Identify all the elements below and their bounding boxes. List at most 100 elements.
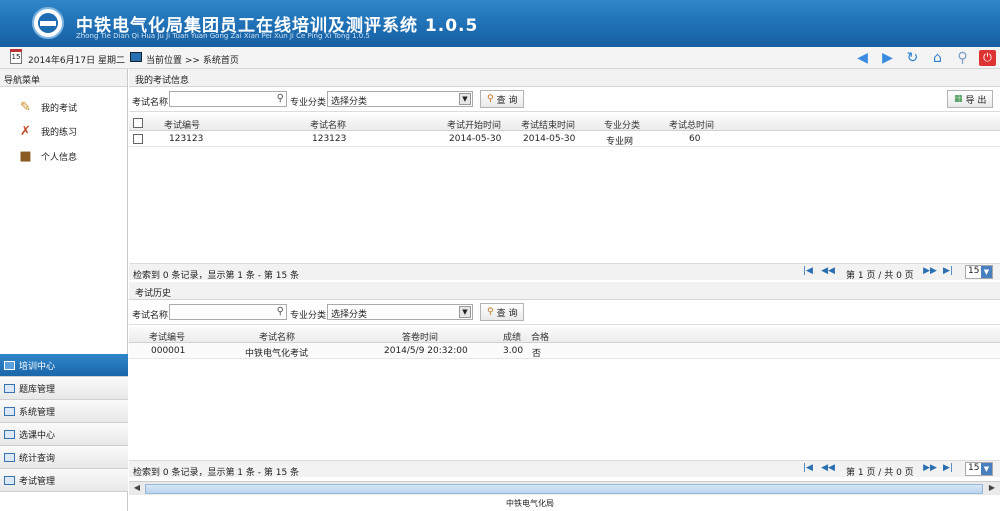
cell-category: 专业网 [606,137,634,147]
column-header[interactable]: 考试名称 [259,330,295,343]
column-header[interactable]: 考试总时间 [669,118,714,131]
category-selected: 选择分类 [331,97,368,107]
page-size-value: 15 [968,266,980,276]
table-header: 考试编号 考试名称 考试开始时间 考试结束时间 专业分类 考试总时间 [129,115,1000,131]
sidebar-item-my-practice[interactable]: ✗ 我的练习 [18,124,77,139]
sidebar-item-label: 我的练习 [41,128,78,138]
module-label: 题库管理 [19,384,56,395]
list-icon [4,475,15,485]
search-icon: ⚲ [487,307,494,317]
table-row[interactable]: 123123 123123 2014-05-30 2014-05-30 专业网 … [129,131,1000,147]
calendar-icon: 15 [10,49,22,64]
exam-info-title: 我的考试信息 [129,69,1000,87]
search-icon: ⚲ [276,93,284,104]
next-page-icon[interactable]: ▶▶ [923,463,937,476]
sidebar: 导航菜单 ✎ 我的考试 ✗ 我的练习 ■ 个人信息 培训中心 题库管理 系统管理… [0,69,128,511]
exam-info-table: 考试编号 考试名称 考试开始时间 考试结束时间 专业分类 考试总时间 12312… [129,115,1000,147]
column-header[interactable]: 考试名称 [310,118,346,131]
query-button[interactable]: ⚲ 查 询 [480,90,525,108]
cell-name: 123123 [312,134,347,144]
horizontal-scrollbar[interactable]: ◀ ▶ [129,481,1000,495]
list-icon [4,406,15,416]
list-icon [4,383,15,393]
exam-name-input[interactable]: ⚲ [169,91,287,107]
column-header[interactable]: 合格 [531,330,549,343]
module-system-management[interactable]: 系统管理 [0,400,128,423]
sidebar-title: 导航菜单 [0,69,127,87]
search-icon: ⚲ [276,306,284,317]
exam-history-title: 考试历史 [129,282,1000,300]
module-question-bank[interactable]: 题库管理 [0,377,128,400]
scroll-left-icon[interactable]: ◀ [131,483,143,495]
exam-history-search-bar: 考试名称 ⚲ 专业分类 选择分类 ▼ ⚲ 查 询 [129,301,1000,325]
scrollbar-thumb[interactable] [145,484,983,494]
export-button-label: 导 出 [965,95,987,106]
last-page-icon[interactable]: ▶| [941,463,955,476]
column-header[interactable]: 专业分类 [604,118,640,131]
column-header[interactable]: 考试开始时间 [447,118,501,131]
category-select[interactable]: 选择分类 ▼ [327,91,473,107]
first-page-icon[interactable]: |◀ [801,266,815,279]
exam-history-pager: 检索到 0 条记录，显示第 1 条 - 第 15 条 |◀ ◀◀ 第 1 页 /… [129,460,1000,478]
module-label: 考试管理 [19,476,56,487]
table-row[interactable]: 000001 中铁电气化考试 2014/5/9 20:32:00 3.00 否 [129,343,1000,359]
cell-end: 2014-05-30 [523,134,576,144]
cell-start: 2014-05-30 [449,134,502,144]
page-size-select[interactable]: 15 ▼ [965,462,993,476]
module-label: 培训中心 [19,361,56,372]
chevron-down-icon: ▼ [981,463,992,475]
export-button[interactable]: ▦ 导 出 [947,90,994,108]
chevron-down-icon: ▼ [459,93,471,105]
arrow-left-icon[interactable]: ◀ [854,50,871,66]
column-header[interactable]: 考试结束时间 [521,118,575,131]
column-header[interactable]: 成绩 [503,330,521,343]
exam-history-table: 考试编号 考试名称 答卷时间 成绩 合格 000001 中铁电气化考试 2014… [129,327,1000,359]
column-header[interactable]: 考试编号 [164,118,200,131]
last-page-icon[interactable]: ▶| [941,266,955,279]
chevron-down-icon: ▼ [459,306,471,318]
power-icon[interactable]: ⏻ [979,50,996,66]
prev-page-icon[interactable]: ◀◀ [821,463,835,476]
search-icon: ⚲ [487,94,494,104]
monitor-icon [130,52,142,62]
next-page-icon[interactable]: ▶▶ [923,266,937,279]
page-size-select[interactable]: 15 ▼ [965,265,993,279]
pager-info: 检索到 0 条记录，显示第 1 条 - 第 15 条 [133,271,300,281]
column-header[interactable]: 答卷时间 [402,330,438,343]
module-label: 选课中心 [19,430,56,441]
exam-name-input[interactable]: ⚲ [169,304,287,320]
app-subtitle: Zhong Tie Dian Qi Hua Ju Ji Tuan Yuan Go… [76,32,370,40]
footer: 中铁电气化局 [506,499,554,508]
search-icon[interactable]: ⚲ [954,50,971,66]
first-page-icon[interactable]: |◀ [801,463,815,476]
scroll-right-icon[interactable]: ▶ [986,483,998,495]
query-button[interactable]: ⚲ 查 询 [480,303,525,321]
page-indicator: 第 1 页 / 共 0 页 [846,271,914,281]
home-icon[interactable]: ⌂ [929,50,946,66]
module-exam-management[interactable]: 考试管理 [0,469,128,492]
category-label: 专业分类 [290,98,327,108]
sidebar-item-my-exams[interactable]: ✎ 我的考试 [18,100,77,115]
cell-duration: 60 [689,134,701,144]
cell-pass: 否 [532,349,542,359]
refresh-icon[interactable]: ↻ [904,50,921,66]
cell-id: 000001 [151,346,186,356]
row-checkbox[interactable] [133,134,143,144]
exam-info-pager: 检索到 0 条记录，显示第 1 条 - 第 15 条 |◀ ◀◀ 第 1 页 /… [129,263,1000,281]
sidebar-item-personal-info[interactable]: ■ 个人信息 [18,149,77,164]
breadcrumb-path: >> 系统首页 [184,56,239,66]
main-content: 我的考试信息 考试名称 ⚲ 专业分类 选择分类 ▼ ⚲ 查 询 ▦ 导 出 考试… [129,69,1000,511]
edit-icon: ✎ [20,100,31,115]
briefcase-icon: ■ [19,149,32,164]
select-all-checkbox[interactable] [133,118,143,128]
column-header[interactable]: 考试编号 [149,330,185,343]
list-icon [4,360,15,370]
module-statistics[interactable]: 统计查询 [0,446,128,469]
query-button-label: 查 询 [496,95,518,106]
exam-name-label: 考试名称 [132,311,169,321]
module-course-selection[interactable]: 选课中心 [0,423,128,446]
category-select[interactable]: 选择分类 ▼ [327,304,473,320]
prev-page-icon[interactable]: ◀◀ [821,266,835,279]
module-training-center[interactable]: 培训中心 [0,354,128,377]
arrow-right-icon[interactable]: ▶ [879,50,896,66]
